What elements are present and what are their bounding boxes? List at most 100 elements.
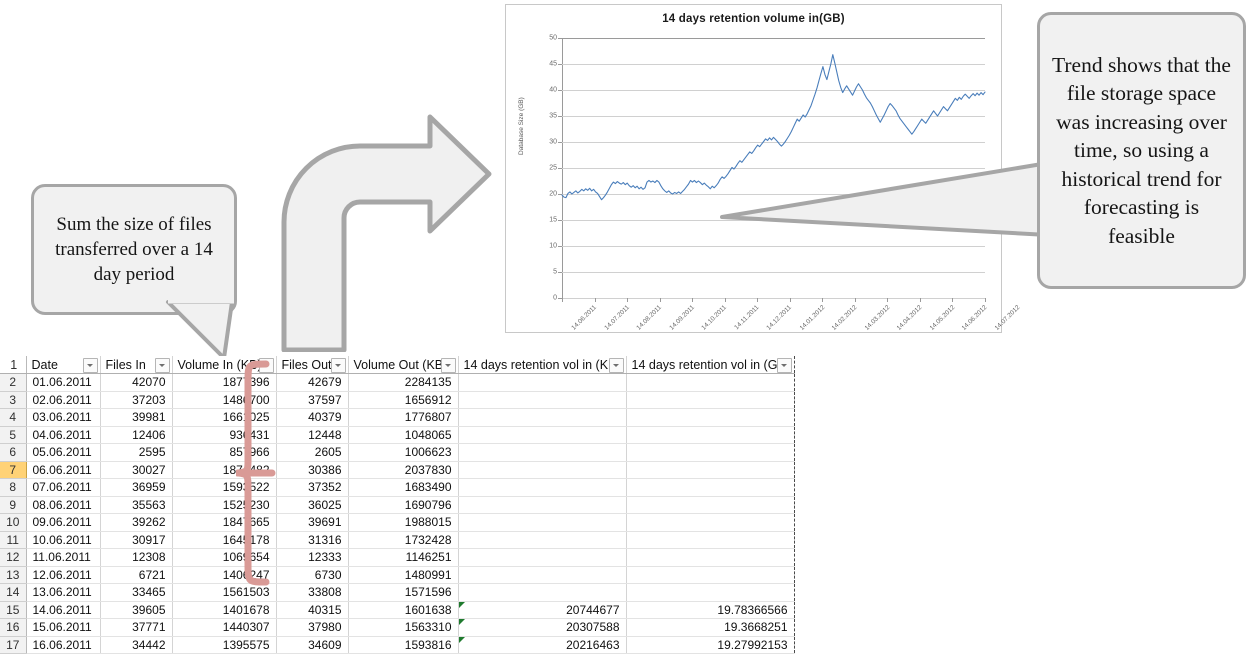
column-header-vout[interactable]: Volume Out (KB) <box>348 356 459 374</box>
cell-rkb[interactable] <box>457 583 627 602</box>
cell-rgb[interactable]: 19.78366566 <box>626 601 795 619</box>
column-header-date[interactable]: Date <box>26 356 101 374</box>
cell-fin[interactable]: 39981 <box>100 408 173 427</box>
cell-vin[interactable]: 1401678 <box>172 601 277 619</box>
column-header-rkb[interactable]: 14 days retention vol in (KB) <box>457 356 627 374</box>
cell-rkb[interactable] <box>457 566 627 584</box>
column-header-fin[interactable]: Files In <box>100 356 173 374</box>
cell-rgb[interactable] <box>626 478 795 497</box>
cell-vout[interactable]: 1048065 <box>348 426 459 444</box>
cell-rgb[interactable] <box>626 443 795 462</box>
cell-rkb[interactable] <box>457 513 627 532</box>
cell-rgb[interactable]: 19.3668251 <box>626 618 795 637</box>
cell-vout[interactable]: 1593816 <box>348 636 459 654</box>
row-header-8[interactable]: 8 <box>0 478 27 497</box>
cell-vout[interactable]: 1732428 <box>348 531 459 549</box>
table-row[interactable]: 17 16.06.2011 34442 1395575 34609 1593816 2021… <box>0 636 795 654</box>
cell-rkb[interactable] <box>457 426 627 444</box>
table-row[interactable]: 2 01.06.2011 42070 1877396 42679 2284135 <box>0 373 795 392</box>
filter-dropdown-icon[interactable] <box>776 358 792 373</box>
row-header-12[interactable]: 12 <box>0 548 27 567</box>
column-header-rgb[interactable]: 14 days retention vol in (GB) <box>626 356 795 374</box>
cell-vin[interactable]: 1440307 <box>172 618 277 637</box>
cell-vout[interactable]: 1690796 <box>348 496 459 514</box>
cell-fin[interactable]: 35563 <box>100 496 173 514</box>
cell-date[interactable]: 06.06.2011 <box>26 461 101 479</box>
cell-rgb[interactable] <box>626 513 795 532</box>
table-row[interactable]: 6 05.06.2011 2595 857966 2605 1006623 <box>0 443 795 462</box>
cell-vout[interactable]: 1571596 <box>348 583 459 602</box>
cell-vout[interactable]: 1146251 <box>348 548 459 567</box>
row-header-2[interactable]: 2 <box>0 373 27 392</box>
cell-vin[interactable]: 1395575 <box>172 636 277 654</box>
table-row[interactable]: 10 09.06.2011 39262 1847665 39691 1988015 <box>0 513 795 532</box>
row-header-6[interactable]: 6 <box>0 443 27 462</box>
cell-date[interactable]: 04.06.2011 <box>26 426 101 444</box>
cell-date[interactable]: 05.06.2011 <box>26 443 101 462</box>
cell-rkb[interactable] <box>457 408 627 427</box>
cell-date[interactable]: 11.06.2011 <box>26 548 101 567</box>
cell-vout[interactable]: 1480991 <box>348 566 459 584</box>
cell-fin[interactable]: 30917 <box>100 531 173 549</box>
cell-rgb[interactable] <box>626 426 795 444</box>
cell-fin[interactable]: 36959 <box>100 478 173 497</box>
cell-date[interactable]: 08.06.2011 <box>26 496 101 514</box>
cell-rgb[interactable] <box>626 391 795 409</box>
cell-rgb[interactable] <box>626 496 795 514</box>
cell-vout[interactable]: 2284135 <box>348 373 459 392</box>
cell-date[interactable]: 15.06.2011 <box>26 618 101 637</box>
table-row[interactable]: 5 04.06.2011 12406 936431 12448 1048065 <box>0 426 795 444</box>
cell-fin[interactable]: 30027 <box>100 461 173 479</box>
row-header-9[interactable]: 9 <box>0 496 27 514</box>
cell-fin[interactable]: 6721 <box>100 566 173 584</box>
cell-date[interactable]: 03.06.2011 <box>26 408 101 427</box>
row-header-11[interactable]: 11 <box>0 531 27 549</box>
cell-date[interactable]: 16.06.2011 <box>26 636 101 654</box>
cell-rgb[interactable] <box>626 373 795 392</box>
table-row[interactable]: 15 14.06.2011 39605 1401678 40315 1601638 2074… <box>0 601 795 619</box>
filter-dropdown-icon[interactable] <box>440 358 456 373</box>
cell-rkb[interactable] <box>457 531 627 549</box>
cell-date[interactable]: 10.06.2011 <box>26 531 101 549</box>
row-header-16[interactable]: 16 <box>0 618 27 637</box>
table-row[interactable]: 8 07.06.2011 36959 1593522 37352 1683490 <box>0 478 795 497</box>
cell-fin[interactable]: 12406 <box>100 426 173 444</box>
filter-dropdown-icon[interactable] <box>82 358 98 373</box>
cell-date[interactable]: 14.06.2011 <box>26 601 101 619</box>
cell-fin[interactable]: 33465 <box>100 583 173 602</box>
row-header-13[interactable]: 13 <box>0 566 27 584</box>
table-row[interactable]: 4 03.06.2011 39981 1661025 40379 1776807 <box>0 408 795 427</box>
cell-fin[interactable]: 12308 <box>100 548 173 567</box>
row-header-10[interactable]: 10 <box>0 513 27 532</box>
cell-rgb[interactable] <box>626 408 795 427</box>
cell-rkb[interactable]: 20216463 <box>457 636 627 654</box>
cell-vout[interactable]: 2037830 <box>348 461 459 479</box>
table-row[interactable]: 706.06.2011300271874482303862037830 <box>0 461 795 479</box>
cell-vout[interactable]: 1601638 <box>348 601 459 619</box>
cell-fout[interactable]: 37980 <box>276 618 349 637</box>
cell-vout[interactable]: 1006623 <box>348 443 459 462</box>
filter-dropdown-icon[interactable] <box>154 358 170 373</box>
cell-rgb[interactable]: 19.27992153 <box>626 636 795 654</box>
table-row[interactable]: 9 08.06.2011 35563 1525230 36025 1690796 <box>0 496 795 514</box>
cell-vout[interactable]: 1776807 <box>348 408 459 427</box>
cell-date[interactable]: 13.06.2011 <box>26 583 101 602</box>
cell-rkb[interactable]: 20307588 <box>457 618 627 637</box>
row-header-15[interactable]: 15 <box>0 601 27 619</box>
row-header-3[interactable]: 3 <box>0 391 27 409</box>
cell-vout[interactable]: 1563310 <box>348 618 459 637</box>
cell-fin[interactable]: 37203 <box>100 391 173 409</box>
filter-dropdown-icon[interactable] <box>608 358 624 373</box>
filter-dropdown-icon[interactable] <box>330 358 346 373</box>
cell-fout[interactable]: 40315 <box>276 601 349 619</box>
row-header-4[interactable]: 4 <box>0 408 27 427</box>
table-row[interactable]: 12 11.06.2011 12308 1069654 12333 1146251 <box>0 548 795 567</box>
row-header-7[interactable]: 7 <box>0 461 27 479</box>
cell-fin[interactable]: 39605 <box>100 601 173 619</box>
cell-date[interactable]: 02.06.2011 <box>26 391 101 409</box>
cell-rkb[interactable] <box>457 496 627 514</box>
cell-vout[interactable]: 1683490 <box>348 478 459 497</box>
cell-date[interactable]: 09.06.2011 <box>26 513 101 532</box>
cell-rgb[interactable] <box>626 461 795 479</box>
cell-fin[interactable]: 2595 <box>100 443 173 462</box>
